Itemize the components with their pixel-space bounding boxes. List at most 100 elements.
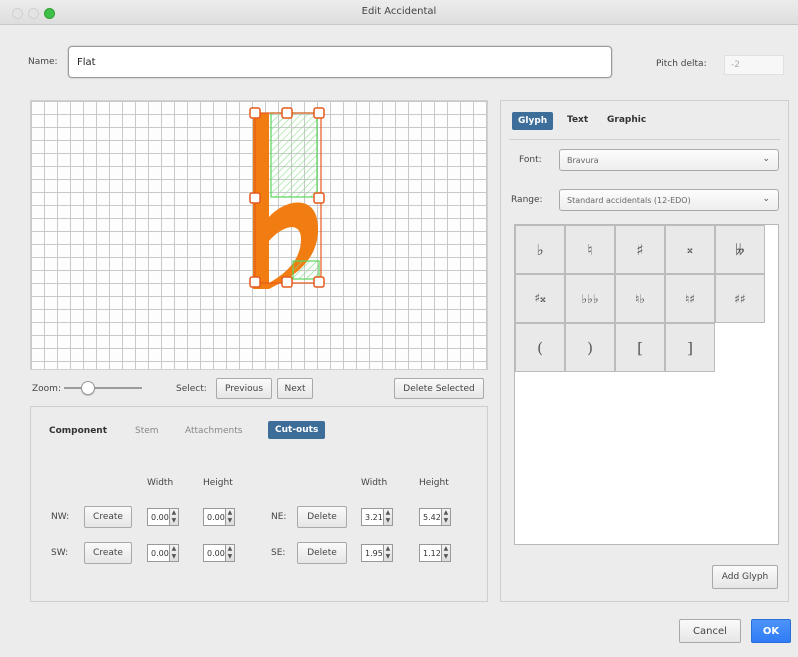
glyph-triple-sharp[interactable]: ♯𝄪 <box>515 274 565 323</box>
glyph-flat[interactable]: ♭ <box>515 225 565 274</box>
glyph-paren-left[interactable]: ( <box>515 323 565 372</box>
tab-attachments[interactable]: Attachments <box>185 426 242 436</box>
font-label: Font: <box>519 155 542 165</box>
name-input[interactable] <box>68 46 612 78</box>
title-bar: Edit Accidental <box>0 0 798 25</box>
sw-width-value: 0.00 <box>151 548 169 558</box>
zoom-slider[interactable] <box>64 381 142 395</box>
sw-width-stepper[interactable]: 0.00 ▲ ▼ <box>147 544 179 562</box>
glyph-natural[interactable]: ♮ <box>565 225 615 274</box>
glyph-double-sharp[interactable]: 𝄪 <box>665 225 715 274</box>
resize-handle-nw[interactable] <box>249 107 261 119</box>
resize-handle-sw[interactable] <box>249 276 261 288</box>
resize-handle-w[interactable] <box>249 192 261 204</box>
add-glyph-button[interactable]: Add Glyph <box>712 565 778 589</box>
stepper-arrows-icon[interactable]: ▲ ▼ <box>440 509 450 525</box>
ne-height-stepper[interactable]: 5.42 ▲ ▼ <box>419 508 451 526</box>
zoom-slider-track <box>64 387 142 389</box>
glyph-sharp[interactable]: ♯ <box>615 225 665 274</box>
glyph-natural-flat[interactable]: ♮♭ <box>615 274 665 323</box>
window-title: Edit Accidental <box>361 6 437 17</box>
stepper-arrows-icon[interactable]: ▲ ▼ <box>382 545 392 561</box>
pitch-delta-label: Pitch delta: <box>656 59 707 69</box>
se-height-stepper[interactable]: 1.12 ▲ ▼ <box>419 544 451 562</box>
chevron-down-icon: ⌄ <box>762 194 770 204</box>
se-label: SE: <box>271 548 286 558</box>
ne-height-value: 5.42 <box>423 512 441 522</box>
range-select-value: Standard accidentals (12-EDO) <box>567 195 691 205</box>
glyph-canvas-drawing <box>249 107 325 289</box>
font-select-value: Bravura <box>567 155 599 165</box>
glyph-sharp-sharp[interactable]: ♯♯ <box>715 274 765 323</box>
select-label: Select: <box>176 384 207 394</box>
resize-handle-e[interactable] <box>313 192 325 204</box>
stepper-arrows-icon[interactable]: ▲ ▼ <box>224 509 234 525</box>
stepper-arrows-icon[interactable]: ▲ ▼ <box>168 545 178 561</box>
glyph-bracket-left[interactable]: [ <box>615 323 665 372</box>
zoom-label: Zoom: <box>32 384 61 394</box>
tab-cut-outs[interactable]: Cut-outs <box>268 421 326 439</box>
range-label: Range: <box>511 195 543 205</box>
glyph-natural-sharp[interactable]: ♮♯ <box>665 274 715 323</box>
component-panel: Component Stem Attachments Cut-outs Widt… <box>30 406 488 602</box>
nw-label: NW: <box>51 512 70 522</box>
tab-glyph[interactable]: Glyph <box>512 112 554 130</box>
cutout-se-area[interactable] <box>292 260 320 280</box>
glyph-paren-right[interactable]: ) <box>565 323 615 372</box>
se-width-stepper[interactable]: 1.95 ▲ ▼ <box>361 544 393 562</box>
nw-height-stepper[interactable]: 0.00 ▲ ▼ <box>203 508 235 526</box>
stepper-arrows-icon[interactable]: ▲ ▼ <box>168 509 178 525</box>
glyph-bracket-right[interactable]: ] <box>665 323 715 372</box>
tab-divider <box>509 139 780 140</box>
tab-graphic[interactable]: Graphic <box>607 115 646 125</box>
resize-handle-ne[interactable] <box>313 107 325 119</box>
sw-label: SW: <box>51 548 69 558</box>
sw-height-stepper[interactable]: 0.00 ▲ ▼ <box>203 544 235 562</box>
edit-accidental-dialog: Edit Accidental Name: Pitch delta: <box>0 0 798 657</box>
tab-component[interactable]: Component <box>49 426 107 436</box>
cutout-ne-area[interactable] <box>270 112 318 198</box>
stepper-arrows-icon[interactable]: ▲ ▼ <box>224 545 234 561</box>
tab-stem[interactable]: Stem <box>135 426 159 436</box>
resize-handle-n[interactable] <box>281 107 293 119</box>
glyph-triple-flat[interactable]: ♭♭♭ <box>565 274 615 323</box>
resize-handle-se[interactable] <box>313 276 325 288</box>
glyph-picker-panel: Glyph Text Graphic Font: Bravura ⌄ Range… <box>500 100 789 602</box>
nw-width-value: 0.00 <box>151 512 169 522</box>
nw-height-header: Height <box>203 478 233 488</box>
se-delete-button[interactable]: Delete <box>297 542 347 564</box>
se-height-value: 1.12 <box>423 548 441 558</box>
previous-button[interactable]: Previous <box>216 378 272 399</box>
ne-width-value: 3.21 <box>365 512 383 522</box>
ok-button[interactable]: OK <box>751 619 791 643</box>
sw-height-value: 0.00 <box>207 548 225 558</box>
range-select[interactable]: Standard accidentals (12-EDO) ⌄ <box>559 189 779 211</box>
ne-delete-button[interactable]: Delete <box>297 506 347 528</box>
ne-height-header: Height <box>419 478 449 488</box>
pitch-delta-input[interactable] <box>724 55 784 75</box>
ne-width-header: Width <box>361 478 388 488</box>
canvas-toolbar: Zoom: Select: Previous Next Delete Selec… <box>30 372 488 404</box>
zoom-slider-thumb[interactable] <box>81 381 95 395</box>
ne-label: NE: <box>271 512 287 522</box>
stepper-arrows-icon[interactable]: ▲ ▼ <box>440 545 450 561</box>
se-width-value: 1.95 <box>365 548 383 558</box>
font-select[interactable]: Bravura ⌄ <box>559 149 779 171</box>
nw-width-stepper[interactable]: 0.00 ▲ ▼ <box>147 508 179 526</box>
resize-handle-s[interactable] <box>281 276 293 288</box>
stepper-arrows-icon[interactable]: ▲ ▼ <box>382 509 392 525</box>
glyph-canvas[interactable] <box>30 100 488 370</box>
delete-selected-button[interactable]: Delete Selected <box>394 378 484 399</box>
chevron-down-icon: ⌄ <box>762 154 770 164</box>
next-button[interactable]: Next <box>277 378 313 399</box>
ne-width-stepper[interactable]: 3.21 ▲ ▼ <box>361 508 393 526</box>
nw-width-header: Width <box>147 478 174 488</box>
sw-create-button[interactable]: Create <box>84 542 132 564</box>
nw-create-button[interactable]: Create <box>84 506 132 528</box>
nw-height-value: 0.00 <box>207 512 225 522</box>
glyph-grid: ♭ ♮ ♯ 𝄪 𝄫 ♯𝄪 ♭♭♭ ♮♭ ♮♯ ♯♯ ( ) [ ] <box>514 224 779 545</box>
name-label: Name: <box>28 57 58 67</box>
cancel-button[interactable]: Cancel <box>679 619 741 643</box>
glyph-double-flat[interactable]: 𝄫 <box>715 225 765 274</box>
tab-text[interactable]: Text <box>567 115 588 125</box>
